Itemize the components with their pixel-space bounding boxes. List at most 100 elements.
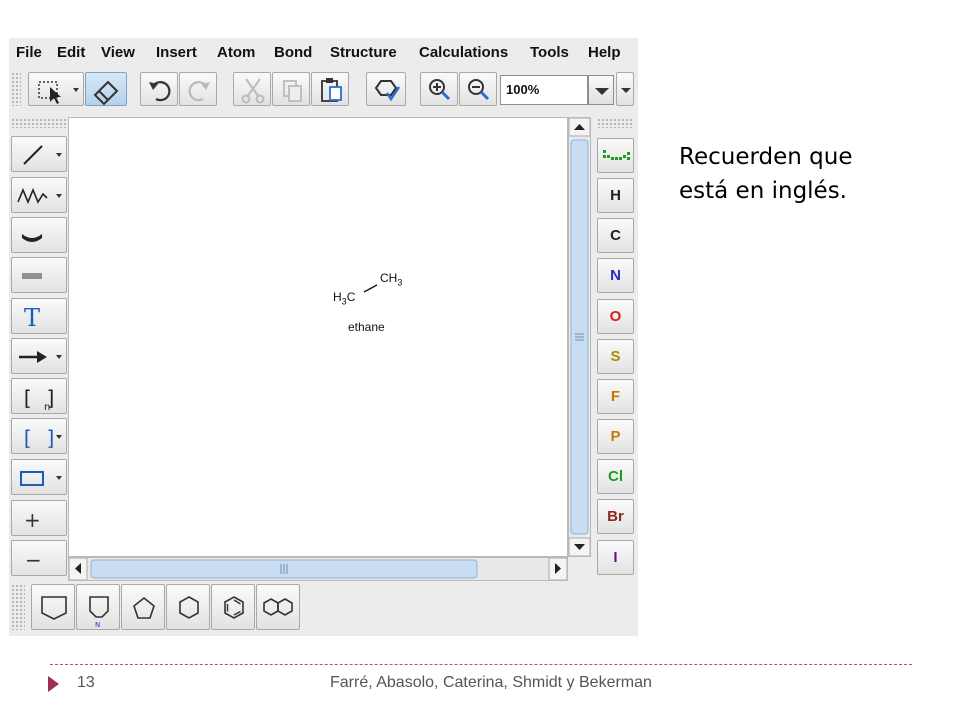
menu-view[interactable]: View [101,44,135,61]
cyclohexane-button[interactable] [166,584,210,630]
menu-bar: File Edit View Insert Atom Bond Structur… [9,38,638,68]
element-symbol: N [610,267,621,284]
text-icon: T [24,304,40,332]
atom-label-ch3: CH3 [380,271,403,288]
bracket-glyph: [ ] [21,426,57,450]
element-symbol: S [610,348,621,365]
rectangle-tool-button[interactable] [11,459,67,495]
chevron-down-icon [621,88,631,93]
slide-note-line-2: está en inglés. [679,178,847,204]
element-button-c[interactable]: C [597,218,634,253]
slide-note: Recuerden que está en inglés. [679,140,929,208]
menu-bond[interactable]: Bond [274,44,312,61]
menu-edit[interactable]: Edit [57,44,85,61]
pyridine-button[interactable]: N [76,584,120,630]
eraser-button[interactable] [85,72,127,106]
bracket-button[interactable]: [ ] [11,418,67,454]
element-button-n[interactable]: N [597,258,634,293]
zoom-dropdown-button[interactable] [588,75,614,105]
paste-icon [321,78,342,102]
marvin-sketch-window: File Edit View Insert Atom Bond Structur… [9,38,638,636]
hashed-bond-icon [22,273,42,279]
benzene-icon [224,596,244,619]
naphthalene-button[interactable] [256,584,300,630]
bracket-n-glyph: [ ] [21,386,57,410]
zoom-out-button[interactable] [459,72,497,106]
vertical-scrollbar-graphics [569,118,590,556]
horizontal-scrollbar[interactable] [68,557,568,581]
single-bond-button[interactable] [11,136,67,172]
eraser-icon [93,80,119,106]
menu-structure[interactable]: Structure [330,44,397,61]
repeating-unit-button[interactable]: [ ] n [11,378,67,414]
cut-button[interactable] [233,72,271,106]
element-button-o[interactable]: O [597,299,634,334]
clean-structure-icon [374,80,401,102]
element-symbol: Br [607,508,624,525]
positive-charge-button[interactable]: + [11,500,67,536]
bottom-toolbar-grip[interactable] [11,584,25,630]
zoom-in-button[interactable] [420,72,458,106]
toolbar-overflow-button[interactable] [616,72,634,106]
zoom-level-input[interactable]: 100% [500,75,588,105]
clean-structure-button[interactable] [366,72,406,106]
zoom-in-icon [429,79,451,101]
element-button-p[interactable]: P [597,419,634,454]
vertical-scrollbar[interactable] [568,117,591,557]
hashed-bond-button[interactable] [11,257,67,293]
minus-icon: − [25,548,42,572]
cyclopentane-icon [133,596,155,619]
chain-button[interactable] [11,177,67,213]
arrow-tool-button[interactable] [11,338,67,374]
element-button-cl[interactable]: Cl [597,459,634,494]
undo-icon [149,81,171,102]
rectangle-icon [20,471,62,486]
redo-icon [188,81,210,102]
menu-atom[interactable]: Atom [217,44,255,61]
naphthalene-icon [263,598,293,616]
periodic-table-button[interactable] [597,138,634,173]
drawing-canvas[interactable]: H3C CH3 ethane [68,117,568,557]
undo-button[interactable] [140,72,178,106]
text-tool-button[interactable]: T [11,298,67,334]
text-tool-glyph: T [24,304,40,332]
element-symbol: F [610,388,621,405]
element-symbol: P [610,428,621,445]
copy-icon [283,80,302,102]
left-toolbar-grip[interactable] [11,118,67,128]
footer-bullet-icon [48,676,59,692]
wedge-bond-button[interactable] [11,217,67,253]
chevron-down-icon [595,88,609,95]
menu-insert[interactable]: Insert [156,44,197,61]
cyclohexane-icon [179,596,199,619]
cyclohexane-chair-icon [41,596,67,620]
element-button-h[interactable]: H [597,178,634,213]
redo-button[interactable] [179,72,217,106]
horizontal-scrollbar-graphics [69,558,567,580]
paste-button[interactable] [311,72,349,106]
pyridine-n-label: N [95,621,100,629]
minus-glyph: − [25,548,42,572]
menu-help[interactable]: Help [588,44,621,61]
copy-button[interactable] [272,72,310,106]
benzene-button[interactable] [211,584,255,630]
bracket-n-icon: [ ] n [21,386,57,413]
menu-file[interactable]: File [16,44,42,61]
footer-page-number: 13 [77,674,95,691]
select-tool-button[interactable] [28,72,84,106]
toolbar-grip[interactable] [11,72,21,106]
cut-icon [241,78,265,104]
element-button-i[interactable]: I [597,540,634,575]
arrow-icon [19,351,62,363]
cyclopentane-button[interactable] [121,584,165,630]
element-button-br[interactable]: Br [597,499,634,534]
pyridine-icon: N [89,596,109,629]
negative-charge-button[interactable]: − [11,540,67,576]
element-button-f[interactable]: F [597,379,634,414]
element-symbol: Cl [608,468,623,485]
menu-calculations[interactable]: Calculations [419,44,508,61]
element-button-s[interactable]: S [597,339,634,374]
right-toolbar-grip[interactable] [597,118,634,128]
cyclohexane-chair-button[interactable] [31,584,75,630]
menu-tools[interactable]: Tools [530,44,569,61]
